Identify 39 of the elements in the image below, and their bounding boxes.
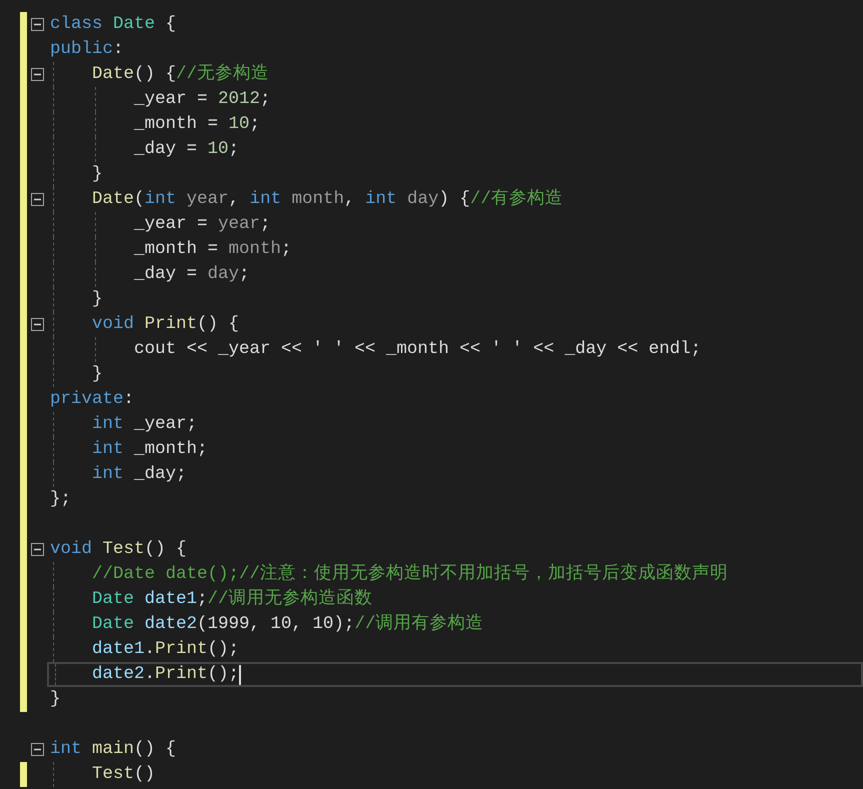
collapse-icon[interactable] xyxy=(30,543,44,556)
code-line: Date(int year, int month, int day) {//有参构造 xyxy=(92,188,564,211)
code-line: int _month; xyxy=(92,438,208,461)
code-line: Date() {//无参构造 xyxy=(92,62,270,86)
indent-guide xyxy=(55,664,56,685)
code-line: _year = 2012; xyxy=(134,88,271,111)
code-line: _day = 10; xyxy=(134,138,240,161)
code-line: date2.Print(); xyxy=(92,663,240,686)
collapse-icon[interactable] xyxy=(30,68,44,81)
code-line: } xyxy=(50,688,61,711)
code-line: _month = 10; xyxy=(134,113,260,136)
code-line: int _day; xyxy=(92,463,187,486)
code-line: }; xyxy=(50,488,72,511)
code-line: int _year; xyxy=(92,413,198,436)
code-line: _year = year; xyxy=(134,213,271,236)
code-line: void Print() { xyxy=(92,313,240,336)
code-line: } xyxy=(92,363,103,386)
code-line: public: xyxy=(50,38,124,61)
text-cursor xyxy=(239,664,242,684)
code-line: class Date { xyxy=(50,13,176,36)
indent-guide xyxy=(95,337,96,362)
code-line: //Date date();//注意：使用无参构造时不用加括号，加括号后变成函数声明 xyxy=(92,562,728,586)
code-line: date1.Print(); xyxy=(92,638,240,661)
code-line: private: xyxy=(50,388,134,411)
code-line: cout << _year << ' ' << _month << ' ' << _day << endl; xyxy=(134,338,702,361)
code-line: } xyxy=(92,163,103,186)
collapse-icon[interactable] xyxy=(30,743,44,756)
code-line: Date date2(1999, 10, 10);//调用有参构造 xyxy=(92,612,484,636)
collapse-icon[interactable] xyxy=(30,18,44,31)
collapse-icon[interactable] xyxy=(30,318,44,331)
collapse-icon[interactable] xyxy=(30,193,44,206)
code-line: Test() xyxy=(92,763,156,786)
code-line: void Test() { xyxy=(50,538,187,561)
code-line: _day = day; xyxy=(134,263,250,286)
code-line: _month = month; xyxy=(134,238,292,261)
indent-guide xyxy=(53,762,54,787)
code-line: } xyxy=(92,288,103,311)
code-line: int main() { xyxy=(50,738,176,761)
code-line: Date date1;//调用无参构造函数 xyxy=(92,588,373,611)
